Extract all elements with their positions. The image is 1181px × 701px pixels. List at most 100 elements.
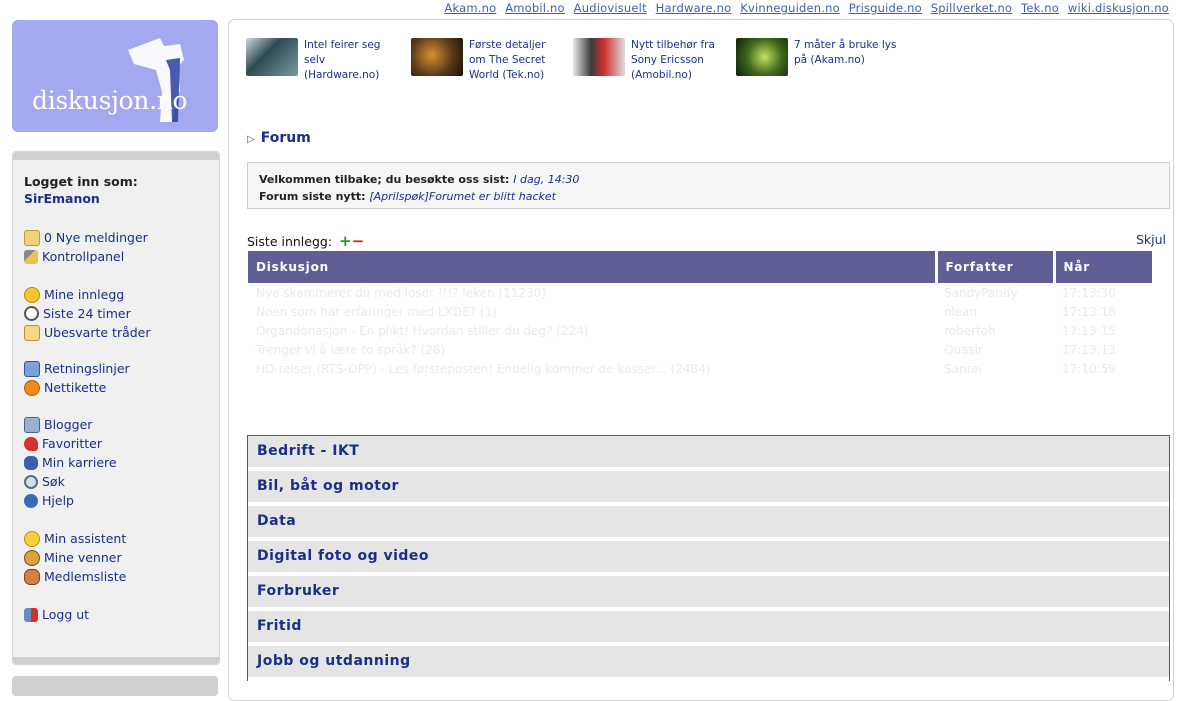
sidebar-item-label: Søk (42, 474, 65, 489)
document-icon (24, 360, 40, 377)
sidebar-item-last-24h[interactable]: Siste 24 timer (24, 304, 151, 323)
smiley-icon (24, 286, 40, 303)
username-link[interactable]: SirEmanon (24, 191, 100, 206)
sidebar-item-label: Min karriere (42, 455, 117, 470)
author-link[interactable]: Sanrei (936, 359, 1054, 378)
main-content: Intel feirer seg selv (Hardware.no) Førs… (228, 19, 1174, 701)
author-link[interactable]: SandyPandy (936, 283, 1054, 302)
post-time: 17:13:30 (1062, 285, 1116, 300)
news-text: Nytt tilbehør fra Sony Ericsson (Amobil.… (631, 39, 715, 81)
welcome-line: Velkommen tilbake; du besøkte oss sist: … (259, 173, 579, 186)
sidebar-item-blogs[interactable]: Blogger (24, 415, 117, 434)
sidebar-item-label: Ubesvarte tråder (44, 325, 151, 340)
forum-category-list: Bedrift - IKT Bil, båt og motor Data Dig… (247, 435, 1170, 681)
expand-collapse-controls: +− (339, 232, 364, 250)
sidebar-item-new-messages[interactable]: 0 Nye meldinger (24, 228, 148, 247)
magnifier-icon (24, 474, 38, 489)
news-thumbnail (411, 38, 463, 76)
sidebar-item-my-posts[interactable]: Mine innlegg (24, 285, 151, 304)
network-links: Akam.no Amobil.no Audiovisuelt Hardware.… (439, 0, 1169, 18)
sidebar-item-label: Mine innlegg (44, 287, 125, 302)
author-link[interactable]: olean (936, 302, 1054, 321)
link-audiovisuelt[interactable]: Audiovisuelt (574, 1, 647, 15)
sidebar-item-label: Logg ut (42, 607, 90, 622)
thread-title-link[interactable]: Nye skammerer du med loser !!!? leken (1… (248, 283, 936, 302)
forum-news-link[interactable]: [Aprilspøk]Forumet er blitt hacket (369, 190, 556, 203)
category-forbruker[interactable]: Forbruker (248, 576, 1169, 611)
author-link[interactable]: robertoh (936, 321, 1054, 340)
forum-news-label: Forum siste nytt: (259, 190, 366, 203)
news-thumbnail (246, 38, 298, 76)
link-kvinneguiden[interactable]: Kvinneguiden.no (740, 1, 840, 15)
breadcrumb-forum-link[interactable]: Forum (261, 130, 311, 146)
sidebar-item-member-list[interactable]: Medlemsliste (24, 567, 126, 586)
category-fritid[interactable]: Fritid (248, 611, 1169, 646)
triangle-right-icon: ▷ (247, 134, 255, 145)
table-row: Nye skammerer du med loser !!!? leken (1… (248, 283, 1152, 302)
site-logo[interactable]: diskusjon.no (12, 20, 218, 132)
nav-group-social: Min assistent Mine venner Medlemsliste (24, 529, 126, 586)
post-time: 17:13:18 (1062, 304, 1116, 319)
minus-icon[interactable]: − (352, 232, 365, 250)
footsteps-icon (24, 455, 38, 470)
thread-title-link[interactable]: Organdonasjon - En plikt! Hvordan stille… (248, 321, 936, 340)
last-visit-label: Velkommen tilbake; du besøkte oss sist: (259, 173, 510, 186)
post-time: 17:13:15 (1062, 323, 1116, 338)
thread-title-link[interactable]: Noen som har erfaringer med LXDE? (1) (248, 302, 936, 321)
clock-icon (24, 306, 39, 321)
link-prisguide[interactable]: Prisguide.no (849, 1, 922, 15)
mailbox-icon (24, 229, 40, 246)
sidebar-top-bar (13, 152, 219, 160)
nav-group-tools: Blogger Favoritter Min karriere Søk Hjel… (24, 415, 117, 510)
sidebar-item-label: Favoritter (42, 436, 102, 451)
sidebar-item-unanswered[interactable]: Ubesvarte tråder (24, 323, 151, 342)
link-wiki[interactable]: wiki.diskusjon.no (1068, 1, 1169, 15)
link-tek[interactable]: Tek.no (1021, 1, 1059, 15)
news-thumbnail (736, 38, 788, 76)
members-icon (24, 568, 40, 585)
sidebar-item-search[interactable]: Søk (24, 472, 117, 491)
hide-latest-link[interactable]: Skjul (1136, 232, 1166, 247)
link-spillverket[interactable]: Spillverket.no (931, 1, 1012, 15)
sidebar-item-career[interactable]: Min karriere (24, 453, 117, 472)
sidebar-item-label: Blogger (44, 417, 93, 432)
sidebar-item-help[interactable]: Hjelp (24, 491, 117, 510)
latest-posts-label: Siste innlegg: (247, 234, 333, 249)
category-data[interactable]: Data (248, 506, 1169, 541)
sidebar-item-logout[interactable]: Logg ut (24, 605, 89, 624)
column-header-time: Når (1054, 251, 1152, 283)
category-jobb-utdanning[interactable]: Jobb og utdanning (248, 646, 1169, 681)
table-row: Organdonasjon - En plikt! Hvordan stille… (248, 321, 1152, 340)
sidebar-item-favorites[interactable]: Favoritter (24, 434, 117, 453)
news-thumbnail (573, 38, 625, 76)
sidebar-second-box (12, 676, 218, 696)
warning-icon (24, 379, 40, 396)
author-link[interactable]: Quasir (936, 340, 1054, 359)
login-label: Logget inn som: (24, 174, 138, 189)
assistant-icon (24, 530, 40, 547)
sidebar-item-assistant[interactable]: Min assistent (24, 529, 126, 548)
news-text: 7 måter å bruke lys på (Akam.no) (794, 39, 897, 66)
category-bedrift-ikt[interactable]: Bedrift - IKT (248, 436, 1169, 471)
thread-title-link[interactable]: HD-reiser (RTS-OPP) - Les førsteposten! … (248, 359, 936, 378)
column-header-author: Forfatter (936, 251, 1056, 283)
link-akam[interactable]: Akam.no (444, 1, 496, 15)
plus-icon[interactable]: + (339, 232, 352, 250)
sidebar-item-label: Kontrollpanel (42, 249, 125, 264)
breadcrumb: ▷ Forum (247, 130, 311, 146)
sidebar-item-control-panel[interactable]: Kontrollpanel (24, 247, 148, 266)
category-bil-bat-motor[interactable]: Bil, båt og motor (248, 471, 1169, 506)
category-digital-foto-video[interactable]: Digital foto og video (248, 541, 1169, 576)
thread-title-link[interactable]: Trenger vi å lære to språk? (28) (248, 340, 936, 359)
sidebar-item-netiquette[interactable]: Nettikette (24, 378, 130, 397)
link-hardware[interactable]: Hardware.no (656, 1, 732, 15)
table-row: Noen som har erfaringer med LXDE? (1) ol… (248, 302, 1152, 321)
sidebar-item-friends[interactable]: Mine venner (24, 548, 126, 567)
sidebar: Logget inn som: SirEmanon 0 Nye meldinge… (12, 151, 220, 665)
post-time: 17:10:59 (1062, 361, 1116, 376)
sidebar-bottom-bar (13, 657, 219, 664)
sidebar-item-guidelines[interactable]: Retningslinjer (24, 359, 130, 378)
nav-group-rules: Retningslinjer Nettikette (24, 359, 130, 397)
link-amobil[interactable]: Amobil.no (505, 1, 565, 15)
table-row: Trenger vi å lære to språk? (28) Quasir … (248, 340, 1152, 359)
